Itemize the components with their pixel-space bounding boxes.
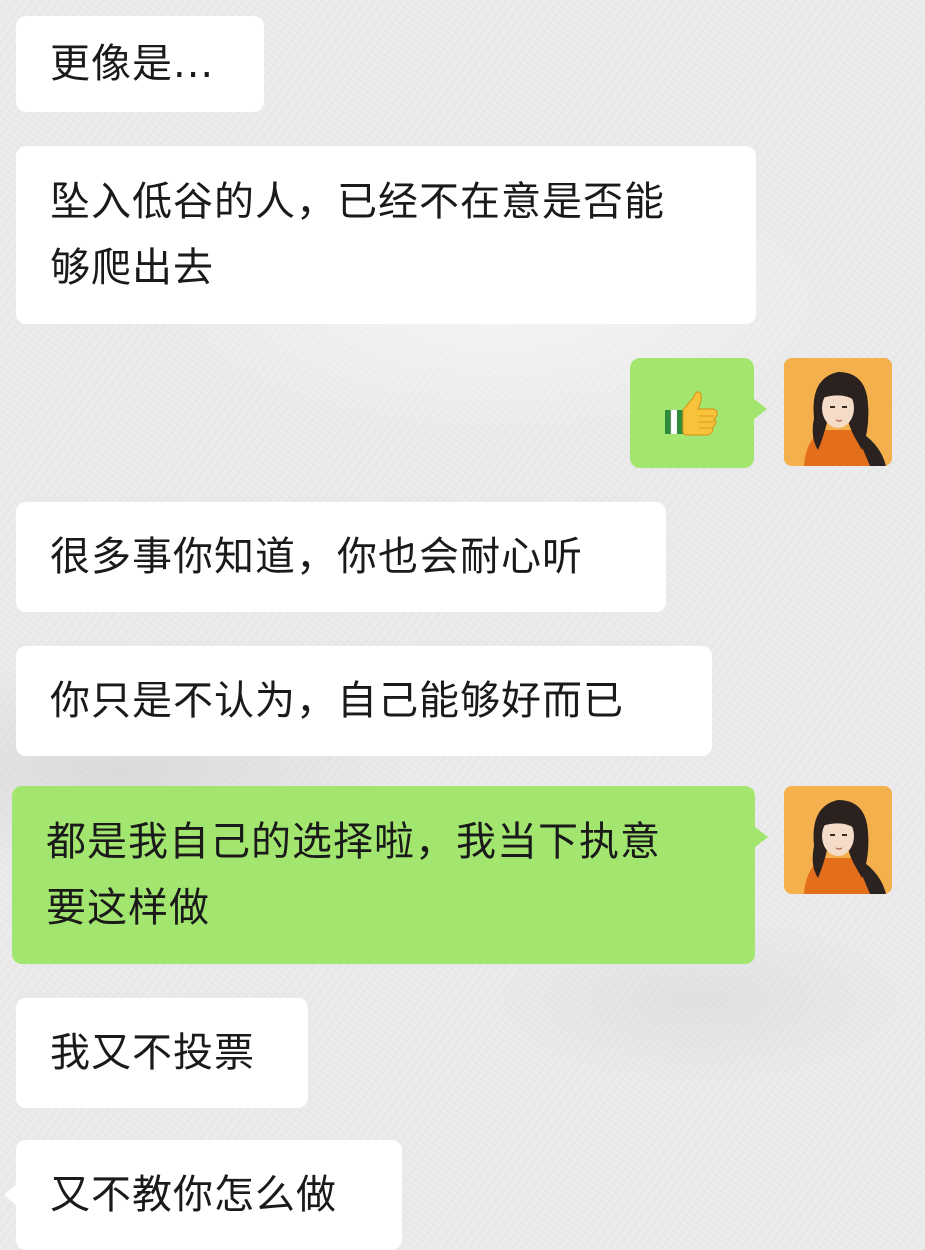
user-avatar[interactable]	[784, 358, 892, 466]
message-bubble-outgoing[interactable]: 都是我自己的选择啦，我当下执意 要这样做	[12, 786, 768, 964]
message-text: 很多事你知道，你也会耐心听	[50, 534, 583, 580]
message-text: 你只是不认为，自己能够好而已	[50, 678, 624, 724]
message-text: 都是我自己的选择啦，我当下执意 要这样做	[46, 819, 661, 931]
thumbs-up-emoji-icon	[630, 358, 754, 468]
bubble-tail	[753, 398, 767, 420]
user-avatar[interactable]	[784, 786, 892, 894]
message-text: 更像是...	[50, 41, 215, 87]
message-bubble-incoming[interactable]: 很多事你知道，你也会耐心听	[16, 502, 666, 612]
message-text: 我又不投票	[50, 1030, 255, 1076]
bubble-tail	[4, 1184, 17, 1206]
message-bubble-incoming[interactable]: 又不教你怎么做	[4, 1140, 402, 1250]
message-bubble-outgoing[interactable]	[630, 358, 767, 468]
message-bubble-incoming[interactable]: 坠入低谷的人，已经不在意是否能 够爬出去	[16, 146, 756, 324]
message-bubble-incoming[interactable]: 我又不投票	[16, 998, 308, 1108]
message-bubble-incoming[interactable]: 你只是不认为，自己能够好而已	[16, 646, 712, 756]
bubble-tail	[754, 826, 768, 848]
message-text: 坠入低谷的人，已经不在意是否能 够爬出去	[50, 179, 665, 291]
message-bubble-incoming[interactable]: 更像是...	[16, 16, 264, 112]
message-text: 又不教你怎么做	[50, 1172, 337, 1218]
